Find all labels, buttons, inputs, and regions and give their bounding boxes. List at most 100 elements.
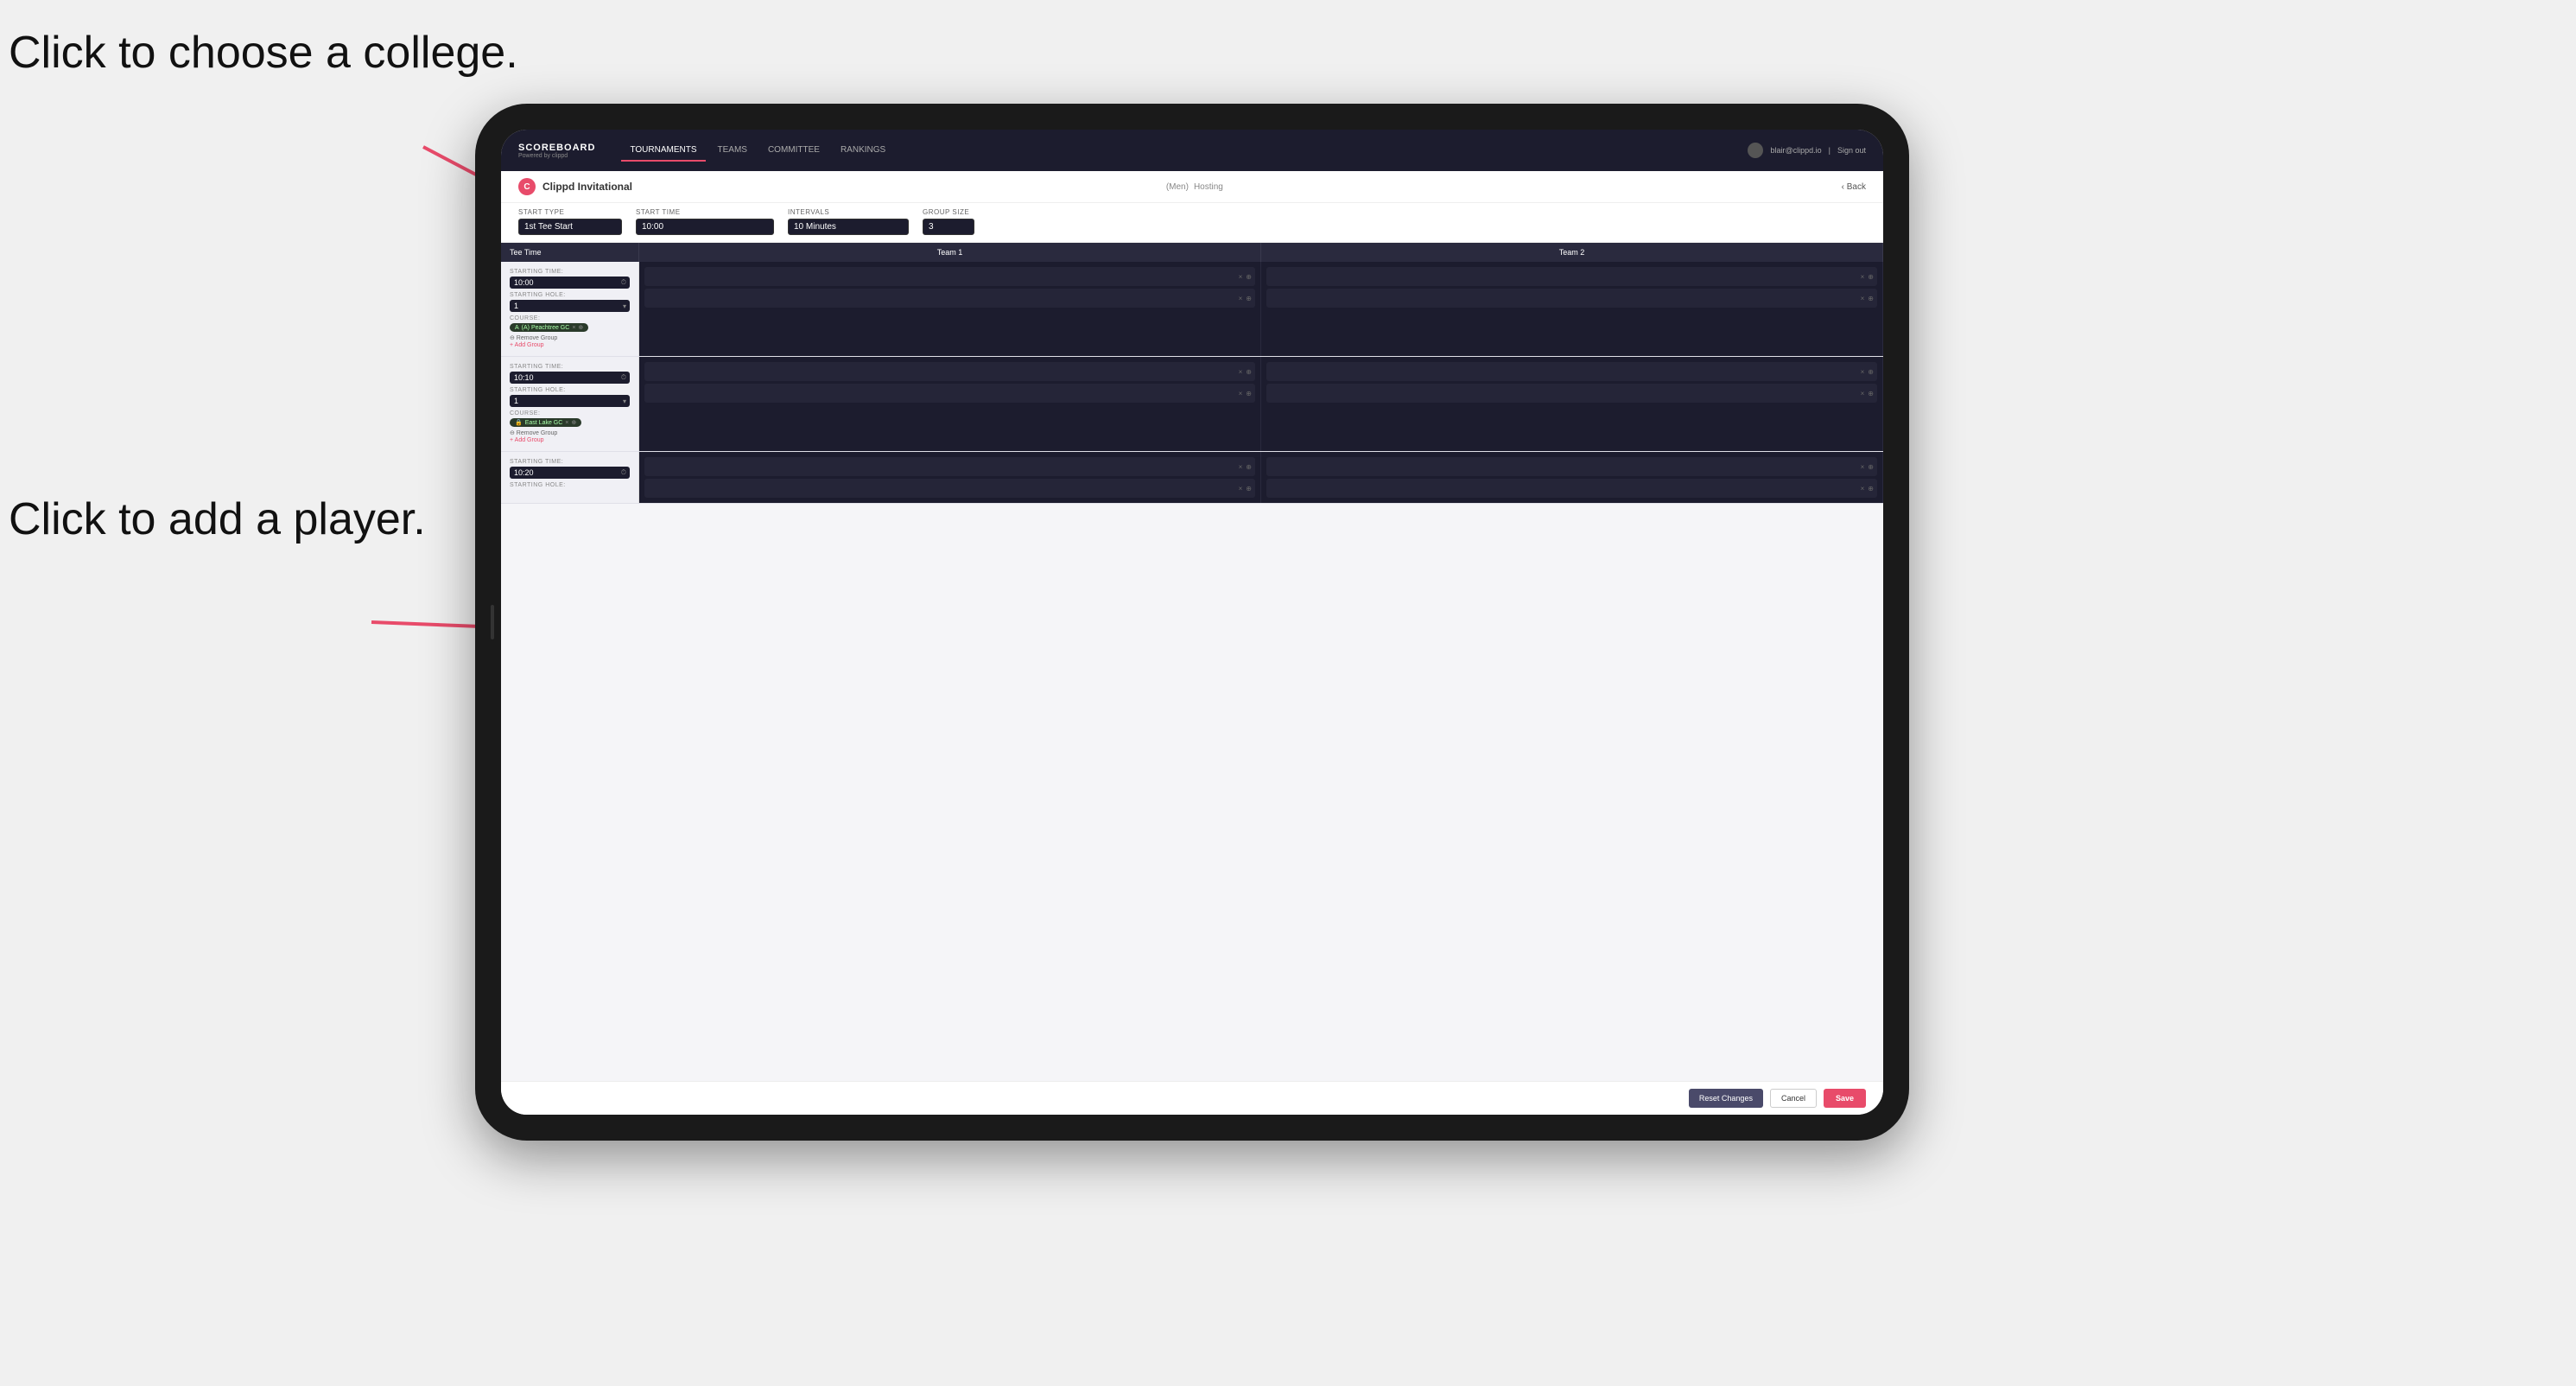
player-slot-expand-icon[interactable]: ⊕ [1246,390,1252,397]
table-header: Tee Time Team 1 Team 2 [501,243,1883,262]
player-slot-x-icon[interactable]: × [1861,390,1865,397]
group-2-add[interactable]: + Add Group [510,437,630,443]
player-slot[interactable]: × ⊕ [644,362,1255,381]
nav-avatar [1748,143,1763,158]
group-3-left: STARTING TIME: 10:20 ⏱ STARTING HOLE: [501,452,639,503]
group-2-remove[interactable]: ⊖ Remove Group [510,429,630,436]
player-slot-expand-icon[interactable]: ⊕ [1246,463,1252,471]
player-slot-expand-icon[interactable]: ⊕ [1868,390,1874,397]
nav-link-tournaments[interactable]: TOURNAMENTS [621,140,705,162]
nav-separator: | [1829,146,1830,155]
group-2-starting-time-label: STARTING TIME: [510,364,630,370]
player-slot[interactable]: × ⊕ [1266,384,1877,403]
nav-link-teams[interactable]: TEAMS [709,140,756,162]
player-slot-x-icon[interactable]: × [1239,295,1243,302]
nav-links: TOURNAMENTS TEAMS COMMITTEE RANKINGS [621,140,1748,162]
player-slot-x-icon[interactable]: × [1861,463,1865,471]
footer: Reset Changes Cancel Save [501,1081,1883,1115]
player-slot-expand-icon[interactable]: ⊕ [1868,295,1874,302]
group-3-starting-time-label: STARTING TIME: [510,459,630,465]
annotation-college-text: Click to choose a college. [9,28,518,78]
player-slot-x-icon[interactable]: × [1861,485,1865,493]
annotation-player-text: Click to add a player. [9,494,426,544]
group-size-select[interactable]: 3 [923,219,974,235]
player-slot-expand-icon[interactable]: ⊕ [1246,295,1252,302]
save-button[interactable]: Save [1824,1089,1866,1108]
player-slot-expand-icon[interactable]: ⊕ [1868,485,1874,493]
group-1-actions: ⊖ Remove Group + Add Group [510,334,630,348]
player-slot[interactable]: × ⊕ [644,479,1255,498]
group-2-starting-hole-value[interactable]: 1 ▾ [510,395,630,407]
start-time-input[interactable] [636,219,774,235]
group-1-add[interactable]: + Add Group [510,342,630,348]
group-size-group: Group Size 3 [923,208,974,235]
back-button[interactable]: ‹ Back [1842,182,1866,192]
nav-link-rankings[interactable]: RANKINGS [832,140,894,162]
group-1-starting-hole-value[interactable]: 1 ▾ [510,300,630,312]
player-slot[interactable]: × ⊕ [1266,289,1877,308]
nav-logo-sub: Powered by clippd [518,153,595,159]
group-1-starting-hole-label: STARTING HOLE: [510,292,630,298]
group-3-team2: × ⊕ × ⊕ [1261,452,1883,503]
player-slot-expand-icon[interactable]: ⊕ [1868,273,1874,281]
header-team1: Team 1 [639,243,1261,262]
player-slot-x-icon[interactable]: × [1861,295,1865,302]
player-slot-expand-icon[interactable]: ⊕ [1868,368,1874,376]
intervals-label: Intervals [788,208,909,216]
header-tee-time: Tee Time [501,243,639,262]
intervals-select[interactable]: 10 Minutes [788,219,909,235]
nav-bar: SCOREBOARD Powered by clippd TOURNAMENTS… [501,130,1883,171]
player-slot-x-icon[interactable]: × [1239,390,1243,397]
start-time-label: Start Time [636,208,774,216]
player-slot-x-icon[interactable]: × [1861,368,1865,376]
annotation-choose-college: Click to choose a college. [9,26,518,79]
player-slot[interactable]: × ⊕ [1266,479,1877,498]
nav-link-committee[interactable]: COMMITTEE [759,140,828,162]
group-2-team1: × ⊕ × ⊕ [639,357,1261,451]
player-slot-expand-icon[interactable]: ⊕ [1246,485,1252,493]
cancel-button[interactable]: Cancel [1770,1089,1817,1108]
player-slot[interactable]: × ⊕ [644,384,1255,403]
player-slot[interactable]: × ⊕ [1266,267,1877,286]
player-slot-x-icon[interactable]: × [1239,273,1243,281]
player-slot[interactable]: × ⊕ [644,457,1255,476]
player-slot[interactable]: × ⊕ [1266,362,1877,381]
group-1-course-badge[interactable]: A (A) Peachtree GC × ⊕ [510,323,588,332]
controls-row: Start Type 1st Tee Start Start Time Inte… [501,203,1883,243]
nav-email: blair@clippd.io [1770,146,1821,155]
player-slot-expand-icon[interactable]: ⊕ [1246,368,1252,376]
player-slot-expand-icon[interactable]: ⊕ [1246,273,1252,281]
group-1-left: STARTING TIME: 10:00 ⏱ STARTING HOLE: 1 … [501,262,639,356]
group-2-course-label: COURSE: [510,410,630,416]
nav-signout[interactable]: Sign out [1837,146,1866,155]
intervals-group: Intervals 10 Minutes [788,208,909,235]
sub-header-title: Clippd Invitational [542,181,1161,193]
start-type-select[interactable]: 1st Tee Start [518,219,622,235]
player-slot[interactable]: × ⊕ [644,289,1255,308]
player-slot-expand-icon[interactable]: ⊕ [1868,463,1874,471]
player-slot-x-icon[interactable]: × [1239,368,1243,376]
group-3-starting-hole-label: STARTING HOLE: [510,482,630,488]
sub-header-logo: C [518,178,536,195]
player-slot-x-icon[interactable]: × [1239,485,1243,493]
player-slot[interactable]: × ⊕ [644,267,1255,286]
group-1-starting-time-value[interactable]: 10:00 ⏱ [510,277,630,289]
player-slot[interactable]: × ⊕ [1266,457,1877,476]
group-1-remove[interactable]: ⊖ Remove Group [510,334,630,341]
reset-button[interactable]: Reset Changes [1689,1089,1763,1108]
content-area: STARTING TIME: 10:00 ⏱ STARTING HOLE: 1 … [501,262,1883,1081]
group-1-team1: × ⊕ × ⊕ [639,262,1261,356]
group-2-course-badge[interactable]: 🔒 East Lake GC × ⊕ [510,418,581,427]
tablet-frame: SCOREBOARD Powered by clippd TOURNAMENTS… [475,104,1909,1141]
header-team2: Team 2 [1261,243,1883,262]
player-slot-x-icon[interactable]: × [1239,463,1243,471]
player-slot-x-icon[interactable]: × [1861,273,1865,281]
group-1-team2: × ⊕ × ⊕ [1261,262,1883,356]
group-2-starting-time-value[interactable]: 10:10 ⏱ [510,372,630,384]
sub-header-badge: (Men) [1166,182,1189,192]
group-3-starting-time-value[interactable]: 10:20 ⏱ [510,467,630,479]
table-row: STARTING TIME: 10:00 ⏱ STARTING HOLE: 1 … [501,262,1883,357]
group-1-course-label: COURSE: [510,315,630,321]
group-2-course-row: 🔒 East Lake GC × ⊕ [510,418,630,427]
sub-header: C Clippd Invitational (Men) Hosting ‹ Ba… [501,171,1883,203]
